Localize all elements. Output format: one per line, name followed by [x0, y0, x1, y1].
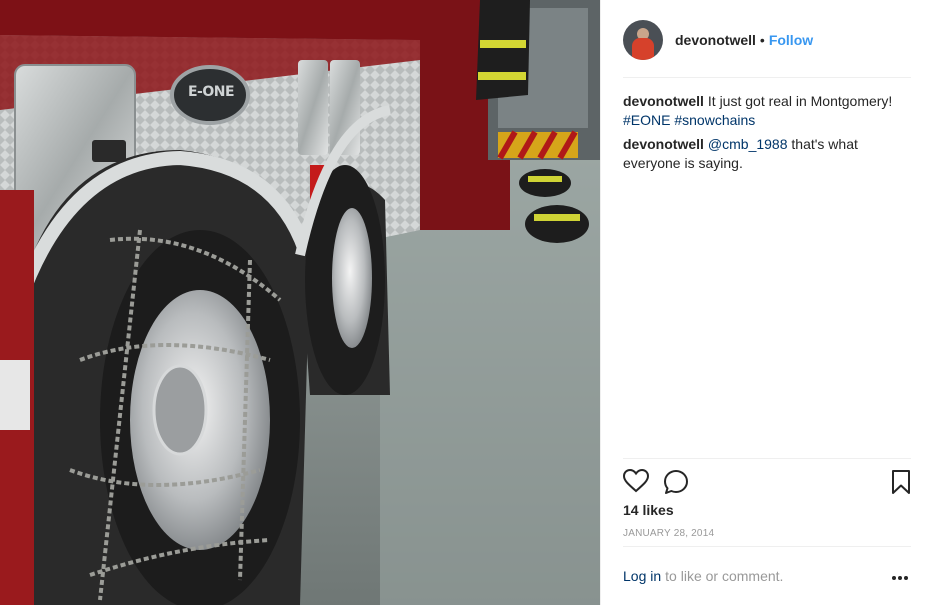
comment-text: It just got real in Montgomery! [707, 93, 893, 109]
comment-username[interactable]: devonotwell [623, 136, 704, 152]
login-prompt-text: to like or comment. [665, 568, 784, 584]
post-photo: E-ONE [0, 0, 600, 605]
post-modal: E-ONE devonotwell • Follow devonotwell It… [0, 0, 935, 605]
action-bar [622, 458, 911, 506]
hashtag-link[interactable]: #EONE [623, 112, 670, 128]
header-separator: • [759, 31, 765, 48]
hashtag-link[interactable]: #snowchains [674, 112, 755, 128]
comment-icon[interactable] [663, 469, 689, 500]
post-header: devonotwell • Follow [623, 18, 911, 78]
follow-button[interactable]: Follow [769, 32, 813, 48]
post-side-panel: devonotwell • Follow devonotwell It just … [600, 0, 935, 605]
heart-icon[interactable] [622, 468, 650, 498]
fire-truck-photo [0, 0, 600, 605]
login-prompt: Log in to like or comment. [623, 546, 911, 605]
avatar[interactable] [623, 19, 663, 60]
comments-list: devonotwell It just got real in Montgomer… [623, 92, 913, 178]
brand-badge-text: E-ONE [187, 84, 235, 100]
more-options-icon[interactable] [891, 568, 909, 586]
post-date: JANUARY 28, 2014 [623, 528, 715, 539]
login-link[interactable]: Log in [623, 568, 661, 584]
reply-comment: devonotwell @cmb_1988 that's what everyon… [623, 135, 913, 173]
bookmark-icon[interactable] [891, 469, 911, 500]
avatar-body [632, 37, 654, 60]
comment-username[interactable]: devonotwell [623, 93, 704, 109]
caption-comment: devonotwell It just got real in Montgomer… [623, 92, 913, 130]
likes-count[interactable]: 14 likes [623, 502, 674, 518]
header-username[interactable]: devonotwell [675, 32, 756, 48]
mention-link[interactable]: @cmb_1988 [708, 136, 788, 152]
